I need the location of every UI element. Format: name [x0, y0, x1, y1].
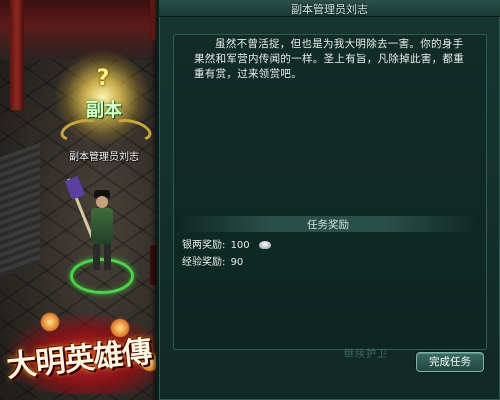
faded-option-text: 继续护卫 [344, 349, 388, 360]
leg [104, 244, 111, 270]
exp-reward-value: 90 [230, 257, 244, 268]
silver-reward-value: 100 [230, 240, 250, 251]
dialog-title: 副本管理员刘志 [291, 3, 368, 16]
silver-ingot-icon [258, 241, 271, 249]
complete-quest-button[interactable]: 完成任务 [416, 352, 484, 372]
dungeon-npc-badge: 副本 [86, 100, 122, 121]
dialog-title-bar[interactable]: 副本管理员刘志 [159, 0, 500, 17]
armor-body [91, 208, 113, 244]
head [96, 196, 108, 208]
npc-dialog-text: 虽然不曾活捉，但也是为我大明除去一害。你的身手果然和军营内传闻的一样。圣上有旨，… [194, 38, 464, 80]
silver-reward-label: 银两奖励: [182, 240, 226, 251]
player-character[interactable] [64, 176, 122, 280]
leg [93, 244, 100, 270]
flower-icon [40, 312, 60, 332]
silver-reward-row: 银两奖励: 100 [182, 236, 271, 251]
quest-available-icon[interactable]: ? [92, 66, 114, 91]
game-logo: 大明英雄傳 [0, 308, 170, 400]
banner-flag-icon [64, 176, 86, 200]
red-pillar [10, 0, 24, 110]
game-world-view[interactable]: ? 副本 副本管理员刘志 大明英雄傳 [0, 0, 170, 400]
reward-section-header: 任务奖励 [180, 216, 476, 232]
reward-header-label: 任务奖励 [307, 219, 349, 231]
npc-name-label[interactable]: 副本管理员刘志 [54, 148, 154, 163]
exp-reward-label: 经验奖励: [182, 257, 226, 268]
roof-tiles [0, 142, 40, 278]
palace-wall [0, 0, 170, 60]
exp-reward-row: 经验奖励: 90 [182, 253, 243, 268]
